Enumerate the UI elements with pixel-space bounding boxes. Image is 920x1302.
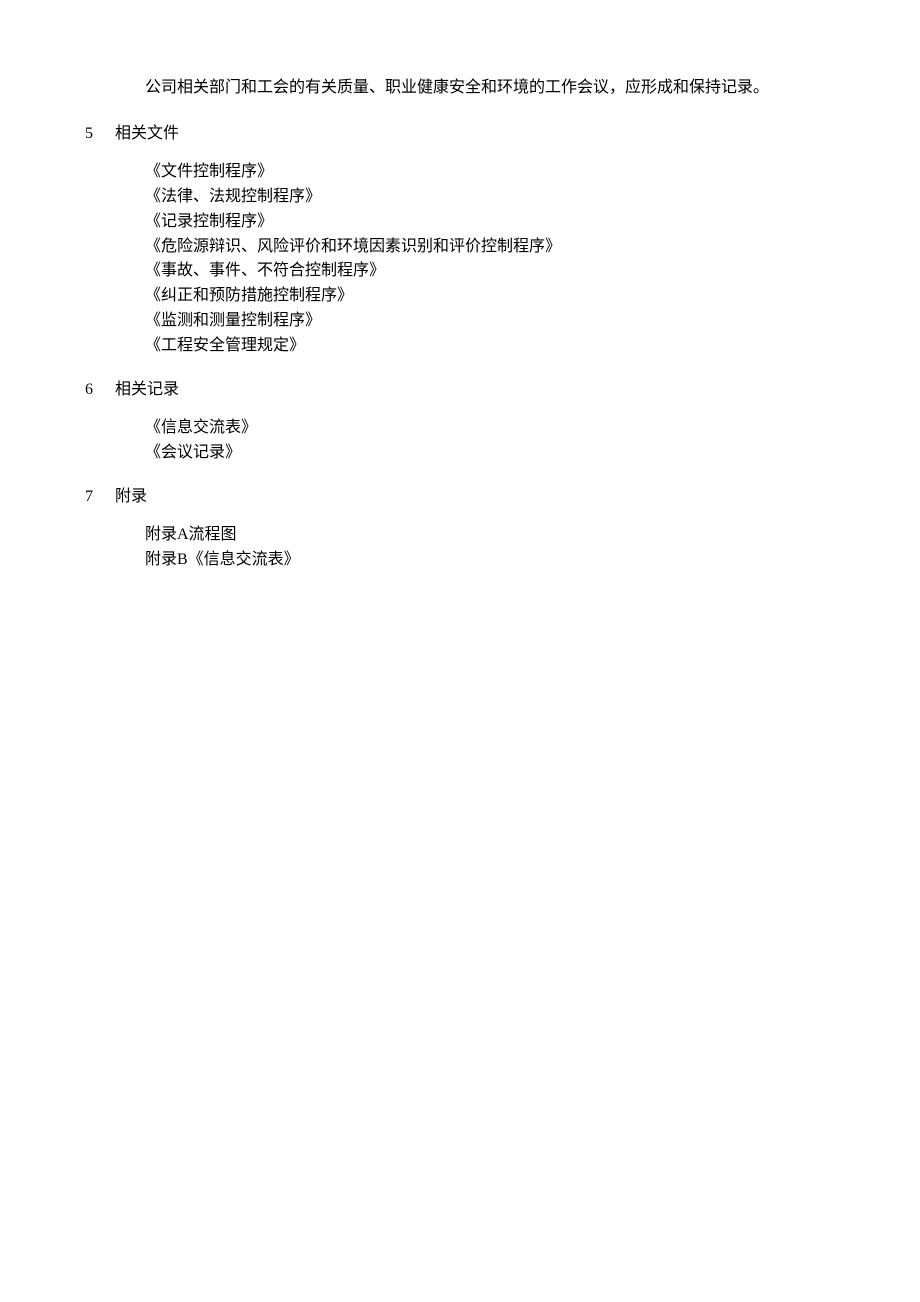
section-header: 7 附录	[85, 484, 835, 510]
list-item: 《事故、事件、不符合控制程序》	[145, 259, 835, 284]
section-number: 7	[85, 484, 115, 510]
section-items: 《文件控制程序》 《法律、法规控制程序》 《记录控制程序》 《危险源辩识、风险评…	[145, 160, 835, 358]
section-items: 附录A流程图 附录B《信息交流表》	[145, 523, 835, 573]
section-header: 6 相关记录	[85, 377, 835, 403]
section-number: 5	[85, 121, 115, 147]
section-title: 附录	[115, 484, 147, 510]
section-6: 6 相关记录 《信息交流表》 《会议记录》	[85, 377, 835, 466]
list-item: 《工程安全管理规定》	[145, 334, 835, 359]
list-item: 《记录控制程序》	[145, 210, 835, 235]
list-item: 附录B《信息交流表》	[145, 548, 835, 573]
list-item: 附录A流程图	[145, 523, 835, 548]
section-title: 相关文件	[115, 121, 179, 147]
intro-paragraph: 公司相关部门和工会的有关质量、职业健康安全和环境的工作会议，应形成和保持记录。	[145, 75, 835, 101]
section-number: 6	[85, 377, 115, 403]
section-title: 相关记录	[115, 377, 179, 403]
list-item: 《会议记录》	[145, 441, 835, 466]
list-item: 《信息交流表》	[145, 416, 835, 441]
section-7: 7 附录 附录A流程图 附录B《信息交流表》	[85, 484, 835, 573]
section-items: 《信息交流表》 《会议记录》	[145, 416, 835, 466]
list-item: 《监测和测量控制程序》	[145, 309, 835, 334]
section-5: 5 相关文件 《文件控制程序》 《法律、法规控制程序》 《记录控制程序》 《危险…	[85, 121, 835, 359]
list-item: 《文件控制程序》	[145, 160, 835, 185]
section-header: 5 相关文件	[85, 121, 835, 147]
list-item: 《纠正和预防措施控制程序》	[145, 284, 835, 309]
list-item: 《危险源辩识、风险评价和环境因素识别和评价控制程序》	[145, 235, 835, 260]
list-item: 《法律、法规控制程序》	[145, 185, 835, 210]
